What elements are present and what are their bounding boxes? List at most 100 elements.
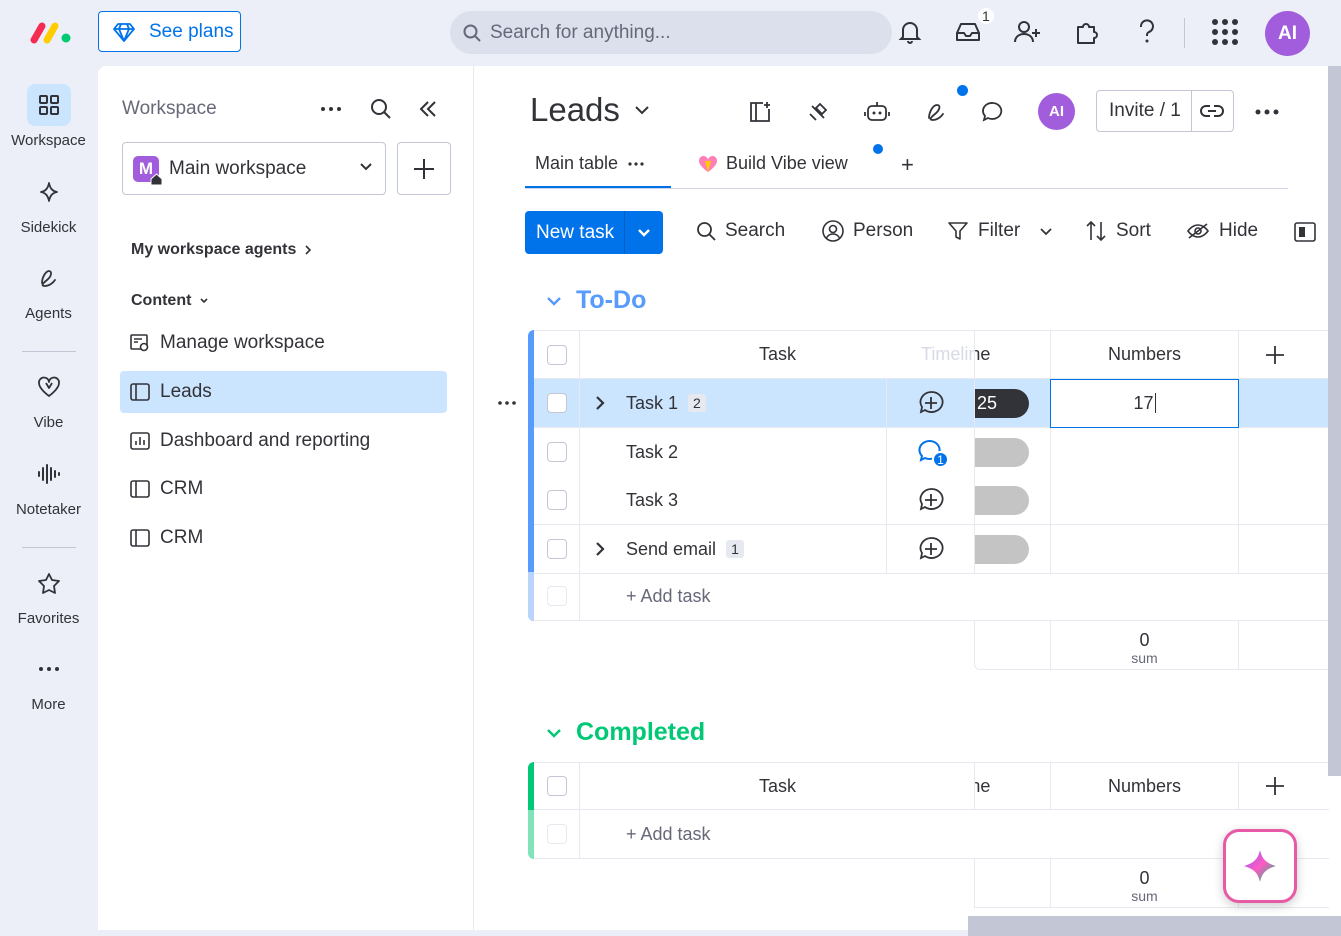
row-checkbox[interactable] xyxy=(534,428,580,477)
more-dots-icon[interactable] xyxy=(320,106,342,112)
integrate-icon[interactable] xyxy=(746,98,774,126)
invite-button[interactable]: Invite / 1 xyxy=(1096,90,1234,132)
workspace-selector[interactable]: M Main workspace xyxy=(122,142,386,195)
table-row[interactable]: Task 1 2 xyxy=(580,379,887,428)
tab-build-vibe-view[interactable]: Build Vibe view xyxy=(698,153,848,174)
column-header-task[interactable]: Task xyxy=(580,762,975,810)
column-header-timeline[interactable]: Timeline xyxy=(974,762,1050,810)
updates-cell[interactable] xyxy=(886,379,975,428)
rail-workspace[interactable]: Workspace xyxy=(0,84,97,149)
nav-item-manage-workspace[interactable]: Manage workspace xyxy=(120,322,447,364)
select-all-checkbox[interactable] xyxy=(534,762,580,810)
app-switcher-icon[interactable] xyxy=(1209,17,1241,47)
new-task-button[interactable]: New task xyxy=(525,211,663,254)
global-search-input[interactable]: Search for anything... xyxy=(450,11,892,54)
group-by-icon[interactable] xyxy=(1294,222,1316,242)
expand-chevron-icon[interactable] xyxy=(594,541,606,557)
see-plans-button[interactable]: See plans xyxy=(98,11,241,52)
table-row[interactable]: Task 3 xyxy=(580,476,887,525)
board-owner-avatar[interactable]: AI xyxy=(1038,93,1075,130)
apps-marketplace-icon[interactable] xyxy=(1072,17,1102,47)
rail-vibe[interactable]: Vibe xyxy=(0,366,97,431)
agents-icon[interactable] xyxy=(923,98,951,126)
add-task-input[interactable]: + Add task xyxy=(580,572,1329,621)
timeline-cell[interactable] xyxy=(974,525,1050,574)
numbers-cell[interactable] xyxy=(1050,525,1239,574)
person-filter-button[interactable]: Person xyxy=(822,220,913,242)
updates-cell[interactable]: 1 xyxy=(886,428,975,477)
user-avatar[interactable]: AI xyxy=(1265,11,1310,56)
add-item-button[interactable] xyxy=(397,142,451,195)
horizontal-scrollbar[interactable] xyxy=(968,916,1341,936)
comment-icon[interactable] xyxy=(979,98,1007,126)
ai-assistant-button[interactable] xyxy=(1223,829,1297,903)
rail-label: Notetaker xyxy=(15,501,82,518)
rail-notetaker[interactable]: Notetaker xyxy=(0,453,97,518)
updates-cell[interactable] xyxy=(886,476,975,525)
nav-item-crm[interactable]: CRM xyxy=(120,468,447,510)
table-row[interactable]: Send email 1 xyxy=(580,525,887,574)
search-icon xyxy=(697,222,716,241)
updates-cell[interactable] xyxy=(886,525,975,574)
bell-icon[interactable] xyxy=(895,17,925,47)
row-checkbox[interactable] xyxy=(534,379,580,428)
numbers-summary: 0 sum xyxy=(1050,621,1239,670)
rail-agents[interactable]: Agents xyxy=(0,257,97,322)
copy-link-icon[interactable] xyxy=(1192,104,1233,118)
robot-icon[interactable] xyxy=(863,98,891,126)
group-title-completed[interactable]: Completed xyxy=(546,718,705,747)
timeline-cell[interactable] xyxy=(974,428,1050,477)
collapse-panel-icon[interactable] xyxy=(418,99,438,119)
add-update-icon[interactable] xyxy=(918,536,944,562)
automate-icon[interactable] xyxy=(804,98,832,126)
row-checkbox[interactable] xyxy=(534,476,580,525)
add-column-button[interactable] xyxy=(1239,330,1329,379)
row-menu-icon[interactable] xyxy=(498,401,516,405)
help-icon[interactable] xyxy=(1132,17,1162,47)
select-all-checkbox[interactable] xyxy=(534,330,580,379)
task-name[interactable]: Task 1 xyxy=(626,393,678,414)
rail-sidekick[interactable]: Sidekick xyxy=(0,171,97,236)
hide-button[interactable]: Hide xyxy=(1186,220,1258,242)
expand-chevron-icon[interactable] xyxy=(594,395,606,411)
numbers-cell[interactable] xyxy=(1050,476,1239,525)
numbers-cell[interactable]: 17 xyxy=(1050,379,1239,428)
tab-main-table[interactable]: Main table xyxy=(535,153,644,174)
search-button[interactable]: Search xyxy=(696,220,785,242)
add-column-button[interactable] xyxy=(1239,762,1329,810)
add-update-icon[interactable] xyxy=(918,487,944,513)
search-icon[interactable] xyxy=(370,98,392,120)
content-heading[interactable]: Content xyxy=(131,292,209,310)
column-header-task[interactable]: Task xyxy=(580,330,975,379)
add-task-input[interactable]: + Add task xyxy=(580,810,1329,859)
inbox-icon[interactable] xyxy=(953,17,983,47)
more-dots-icon[interactable] xyxy=(1255,109,1279,115)
task-name[interactable]: Send email xyxy=(626,539,716,560)
rail-more[interactable]: More xyxy=(0,648,97,713)
add-view-button[interactable]: + xyxy=(901,152,914,178)
timeline-cell[interactable]: 25 xyxy=(974,379,1050,428)
table-row[interactable]: Task 2 xyxy=(580,428,887,477)
board-title[interactable]: Leads xyxy=(530,91,650,129)
nav-item-crm[interactable]: CRM xyxy=(120,517,447,559)
nav-item-dashboard[interactable]: Dashboard and reporting xyxy=(120,420,447,462)
task-name[interactable]: Task 2 xyxy=(626,442,678,463)
timeline-cell[interactable] xyxy=(974,476,1050,525)
vertical-scrollbar[interactable] xyxy=(1328,66,1341,776)
chevron-down-icon[interactable] xyxy=(625,228,663,237)
column-header-numbers[interactable]: Numbers xyxy=(1050,762,1239,810)
row-checkbox[interactable] xyxy=(534,525,580,574)
group-title-todo[interactable]: To-Do xyxy=(546,286,646,315)
task-name[interactable]: Task 3 xyxy=(626,490,678,511)
column-header-numbers[interactable]: Numbers xyxy=(1050,330,1239,379)
filter-button[interactable]: Filter xyxy=(947,220,1053,242)
rail-favorites[interactable]: Favorites xyxy=(0,562,97,627)
invite-members-icon[interactable] xyxy=(1012,17,1042,47)
monday-logo[interactable] xyxy=(30,18,74,46)
add-update-icon[interactable] xyxy=(918,390,944,416)
sort-button[interactable]: Sort xyxy=(1085,220,1151,242)
comment-icon[interactable]: 1 xyxy=(918,439,949,468)
workspace-agents-heading[interactable]: My workspace agents xyxy=(131,241,312,259)
nav-item-leads[interactable]: Leads xyxy=(120,371,447,413)
numbers-cell[interactable] xyxy=(1050,428,1239,477)
